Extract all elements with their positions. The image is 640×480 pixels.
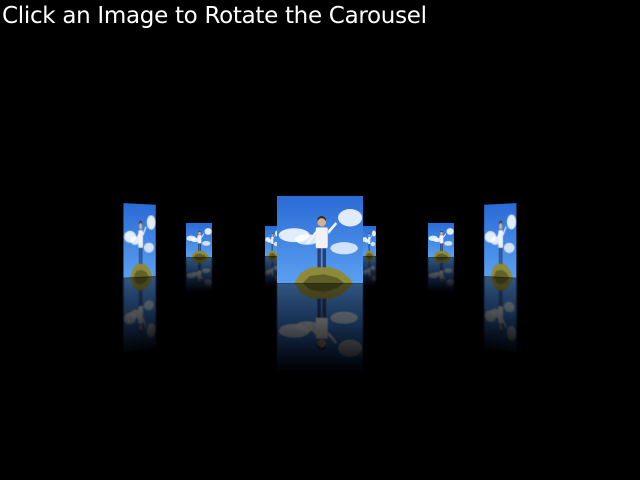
carousel-image-front[interactable] [277, 196, 363, 370]
carousel-image-right[interactable] [484, 203, 517, 353]
carousel-reflection [186, 257, 212, 291]
carousel-photo [186, 223, 212, 257]
carousel-reflection [123, 276, 156, 353]
carousel-image-back-right[interactable] [428, 223, 454, 291]
carousel-reflection [277, 283, 363, 370]
carousel-photo [362, 226, 376, 256]
carousel [0, 0, 640, 480]
carousel-photo [123, 203, 156, 278]
carousel-photo [428, 223, 454, 257]
carousel-image-back-left[interactable] [186, 223, 212, 291]
carousel-reflection [428, 257, 454, 291]
carousel-reflection [362, 256, 376, 286]
carousel-photo [484, 203, 517, 278]
carousel-reflection [484, 276, 517, 353]
carousel-photo [277, 196, 363, 283]
carousel-image-left[interactable] [123, 203, 156, 353]
carousel-image-back-center-right[interactable] [362, 226, 376, 286]
